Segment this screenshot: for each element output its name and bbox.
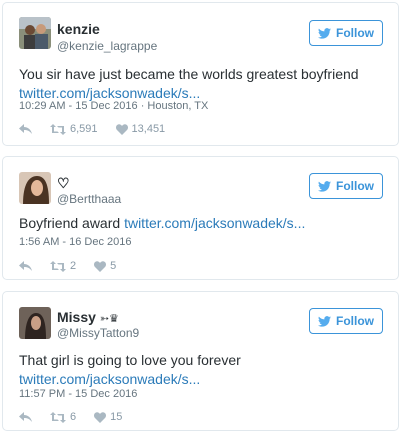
reply-button[interactable] — [19, 260, 32, 272]
follow-label: Follow — [336, 314, 374, 328]
avatar[interactable] — [19, 172, 51, 204]
retweet-button[interactable]: 2 — [50, 260, 76, 272]
tweet-card: kenzie @kenzie_lagrappe Follow You sir h… — [2, 2, 399, 146]
avatar[interactable] — [19, 307, 51, 339]
tweet-text: That girl is going to love you forever t… — [19, 351, 382, 389]
reply-icon — [19, 123, 32, 134]
display-name[interactable]: kenzie — [57, 21, 100, 37]
tweet-body: Boyfriend award — [19, 215, 121, 231]
avatar[interactable] — [19, 17, 51, 49]
retweet-count: 6 — [70, 411, 77, 423]
reply-icon — [19, 411, 32, 422]
display-name[interactable]: ♡ — [57, 175, 70, 192]
tweet-link[interactable]: twitter.com/jacksonwadek/s... — [124, 215, 305, 231]
follow-button[interactable]: Follow — [309, 173, 383, 199]
reply-icon — [19, 260, 32, 271]
like-button[interactable]: 5 — [94, 260, 116, 272]
twitter-bird-icon — [318, 180, 331, 192]
like-count: 5 — [110, 260, 117, 272]
retweet-button[interactable]: 6 — [50, 411, 76, 423]
follow-button[interactable]: Follow — [309, 308, 383, 334]
user-handle[interactable]: @Bertthaaa — [57, 192, 121, 206]
tweet-actions: 6,591 13,451 — [19, 121, 183, 137]
tweet-actions: 2 5 — [19, 258, 134, 274]
twitter-bird-icon — [318, 315, 331, 327]
retweet-count: 2 — [70, 260, 77, 272]
reply-button[interactable] — [19, 411, 32, 423]
tweet-link[interactable]: twitter.com/jacksonwadek/s... — [19, 371, 200, 387]
display-name-text: Missy — [57, 309, 96, 325]
name-emoji: ➳♛ — [99, 313, 119, 325]
retweet-icon — [50, 123, 66, 135]
tweet-timestamp[interactable]: 11:57 PM - 15 Dec 2016 — [19, 388, 137, 400]
tweet-link[interactable]: twitter.com/jacksonwadek/s... — [19, 85, 200, 101]
retweet-count: 6,591 — [70, 123, 98, 135]
user-handle[interactable]: @kenzie_lagrappe — [57, 39, 157, 53]
tweet-body: That girl is going to love you forever — [19, 352, 241, 368]
like-button[interactable]: 13,451 — [115, 123, 166, 135]
tweet-body: You sir have just became the worlds grea… — [19, 66, 359, 82]
reply-button[interactable] — [19, 123, 32, 135]
tweet-text: Boyfriend award twitter.com/jacksonwadek… — [19, 214, 382, 233]
follow-label: Follow — [336, 26, 374, 40]
tweet-timestamp[interactable]: 10:29 AM - 15 Dec 2016 · Houston, TX — [19, 100, 208, 112]
tweet-card: Missy ➳♛ @MissyTatton9 Follow That girl … — [2, 291, 399, 431]
heart-icon — [115, 123, 128, 135]
follow-button[interactable]: Follow — [309, 20, 383, 46]
retweet-button[interactable]: 6,591 — [50, 123, 98, 135]
tweet-timestamp[interactable]: 1:56 AM - 16 Dec 2016 — [19, 236, 132, 248]
tweet-actions: 6 15 — [19, 409, 140, 425]
heart-icon — [94, 411, 107, 423]
heart-icon — [94, 260, 107, 272]
tweet-card: ♡ @Bertthaaa Follow Boyfriend award twit… — [2, 156, 399, 280]
like-count: 15 — [110, 411, 123, 423]
user-handle[interactable]: @MissyTatton9 — [57, 326, 139, 340]
follow-label: Follow — [336, 179, 374, 193]
retweet-icon — [50, 411, 66, 423]
like-count: 13,451 — [131, 123, 166, 135]
twitter-bird-icon — [318, 27, 331, 39]
display-name[interactable]: Missy ➳♛ — [57, 309, 119, 325]
tweet-text: You sir have just became the worlds grea… — [19, 65, 382, 103]
like-button[interactable]: 15 — [94, 411, 122, 423]
retweet-icon — [50, 260, 66, 272]
